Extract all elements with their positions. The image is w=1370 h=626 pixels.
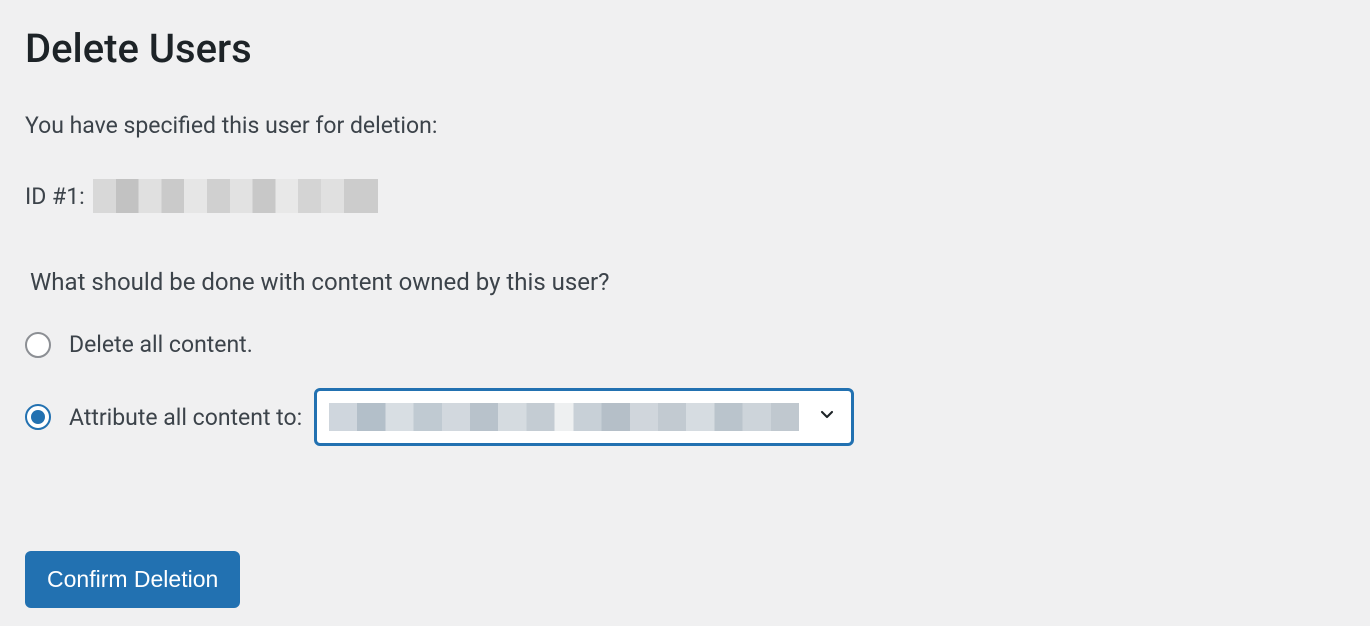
user-name-redacted (93, 179, 378, 213)
confirm-deletion-button[interactable]: Confirm Deletion (25, 551, 240, 608)
content-question: What should be done with content owned b… (30, 268, 1345, 296)
option-attribute: Attribute all content to: (25, 388, 1345, 446)
chevron-down-icon (817, 404, 837, 431)
radio-delete-all-label[interactable]: Delete all content. (69, 331, 253, 358)
attribute-user-select[interactable] (314, 388, 854, 446)
select-value-redacted (329, 403, 799, 431)
option-delete-all: Delete all content. (25, 331, 1345, 358)
radio-delete-all[interactable] (25, 332, 51, 358)
user-specified-line: ID #1: (25, 179, 1345, 213)
deletion-description: You have specified this user for deletio… (25, 112, 1345, 139)
radio-attribute[interactable] (25, 404, 51, 430)
radio-attribute-label[interactable]: Attribute all content to: (69, 404, 302, 431)
attribute-select-wrapper (314, 388, 854, 446)
page-title: Delete Users (25, 25, 1345, 72)
user-id-label: ID #1: (25, 183, 85, 210)
